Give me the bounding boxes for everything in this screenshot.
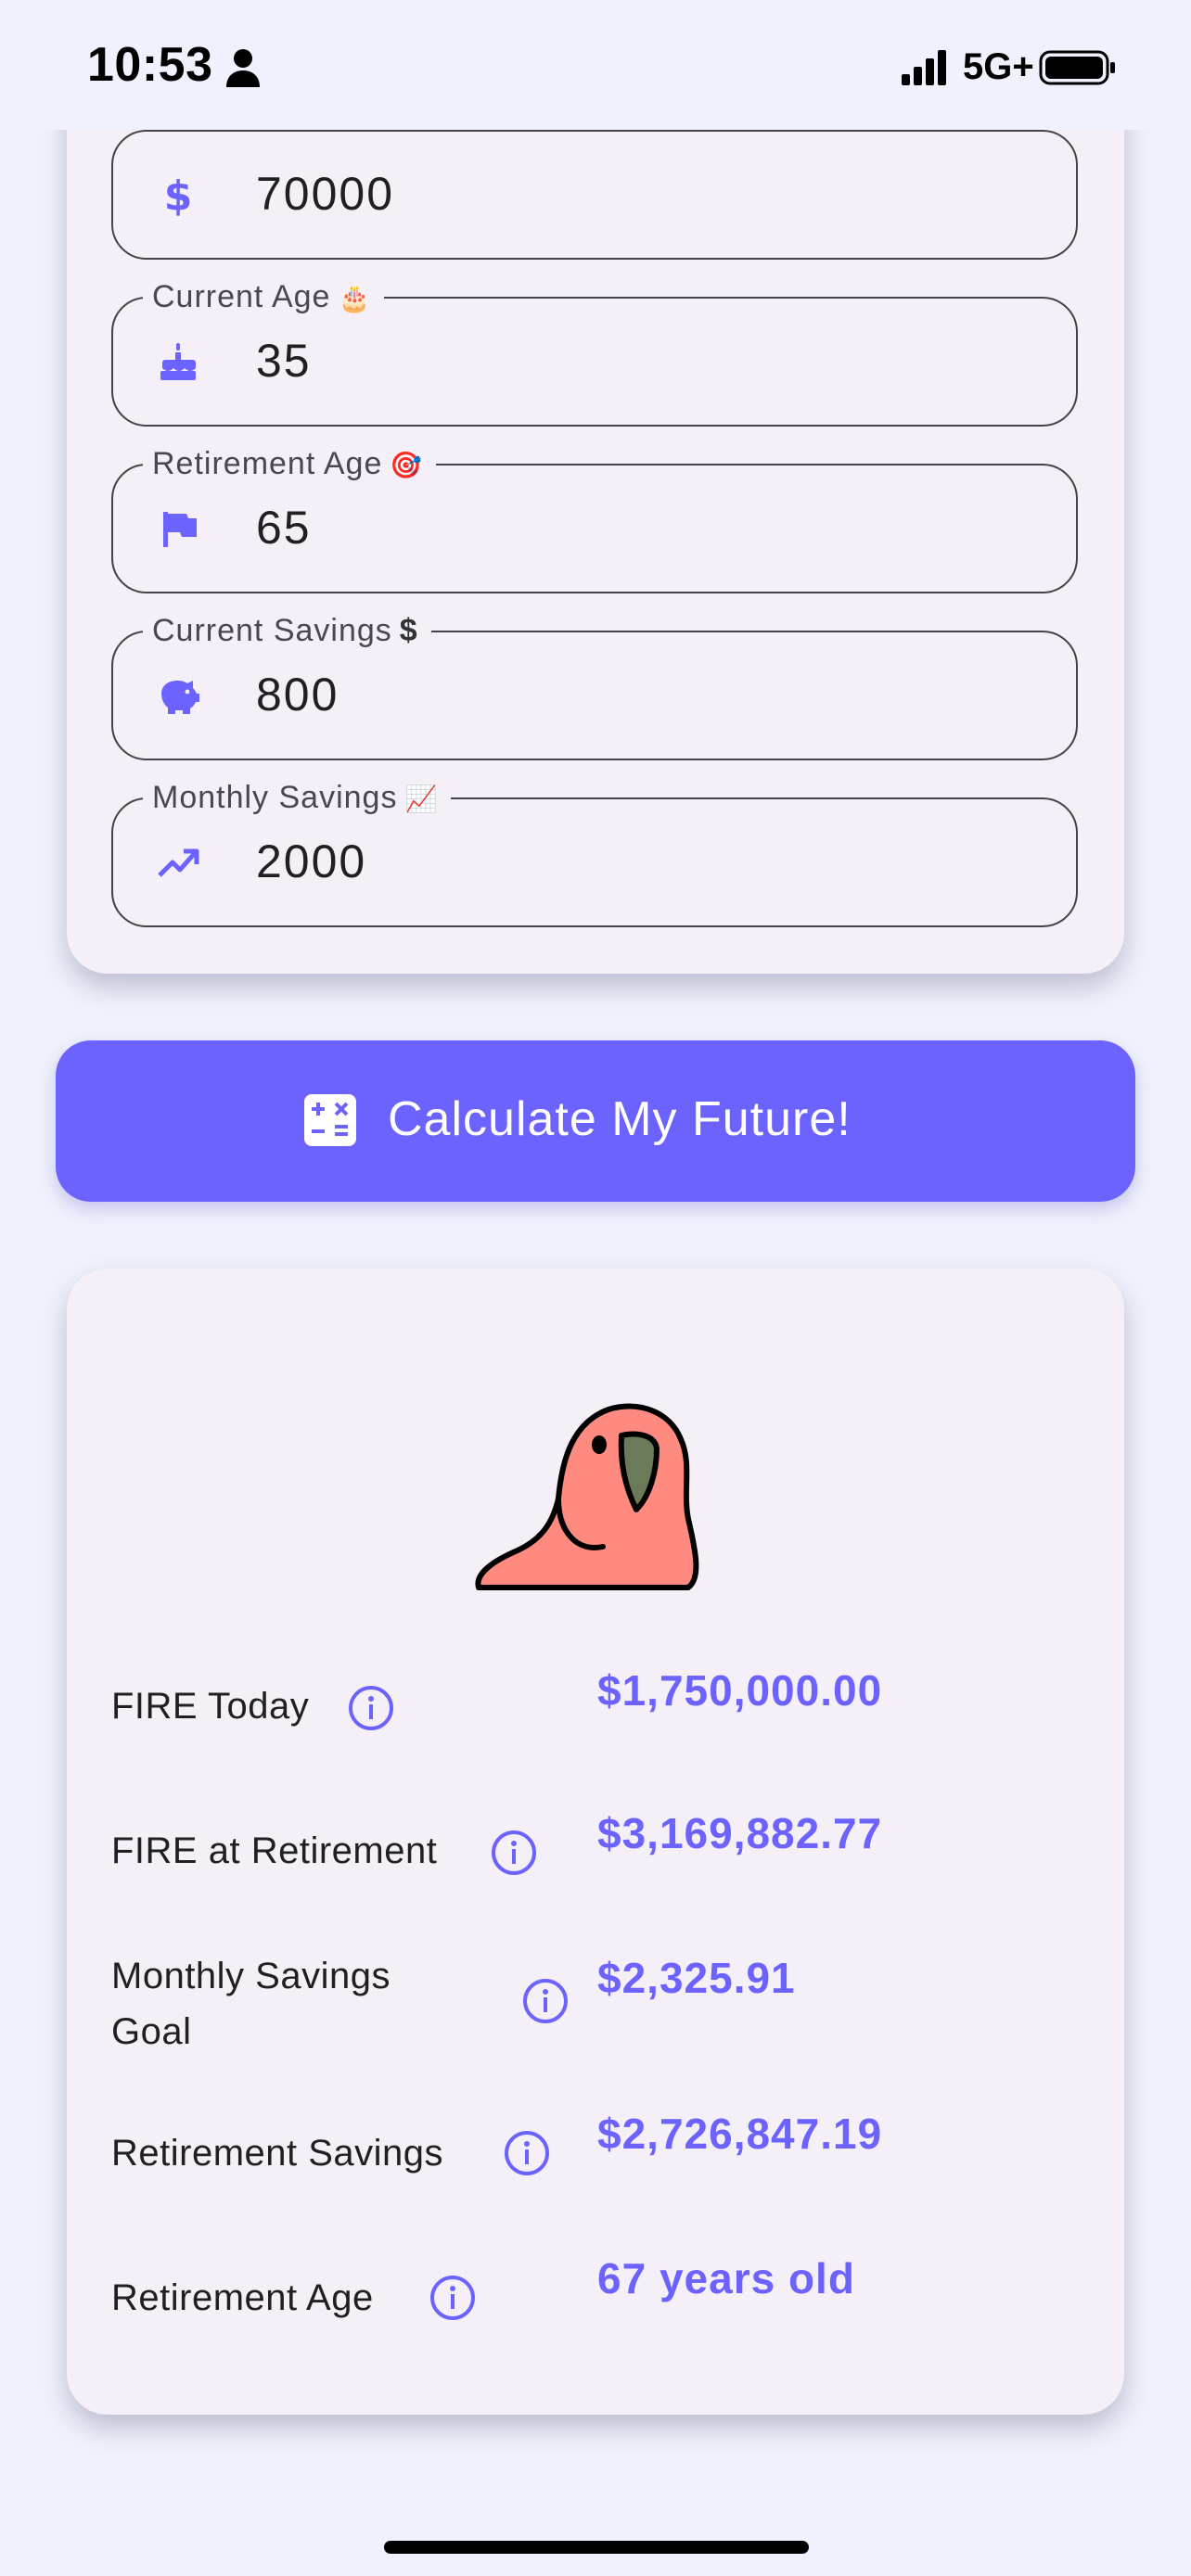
retirement-savings-label: Retirement Savings bbox=[111, 2133, 444, 2174]
info-icon[interactable] bbox=[347, 1684, 395, 1732]
info-icon[interactable] bbox=[490, 1829, 538, 1877]
party-parrot-icon bbox=[475, 1403, 699, 1590]
current-age-field[interactable]: Current Age 🎂 35 bbox=[111, 274, 1078, 427]
dollar-emoji: $ bbox=[399, 613, 418, 648]
monthly-savings-goal-value: $2,325.91 bbox=[597, 1954, 796, 2002]
annual-expense-value[interactable]: 70000 bbox=[256, 167, 394, 221]
chart-emoji: 📈 bbox=[404, 784, 439, 813]
network-type: 5G+ bbox=[963, 46, 1034, 87]
calculate-button[interactable]: Calculate My Future! bbox=[56, 1040, 1135, 1202]
clock-time: 10:53 bbox=[87, 38, 213, 92]
retirement-age-result-label: Retirement Age bbox=[111, 2277, 374, 2318]
fire-today-label: FIRE Today bbox=[111, 1686, 310, 1727]
cake-icon bbox=[160, 343, 196, 380]
calculator-icon bbox=[304, 1094, 356, 1146]
fire-at-retirement-label: FIRE at Retirement bbox=[111, 1830, 438, 1871]
retirement-savings-value: $2,726,847.19 bbox=[597, 2110, 883, 2158]
battery-icon bbox=[1039, 50, 1115, 85]
cellular-signal-icon bbox=[902, 50, 946, 85]
status-bar: 10:53 5G+ bbox=[0, 0, 1191, 130]
monthly-savings-field[interactable]: Monthly Savings 📈 2000 bbox=[111, 775, 1078, 927]
info-icon[interactable] bbox=[521, 1977, 570, 2025]
current-age-label: Current Age bbox=[152, 279, 331, 314]
annual-expense-field[interactable]: $ 70000 bbox=[111, 130, 1078, 260]
cake-emoji: 🎂 bbox=[338, 284, 372, 312]
retirement-age-label: Retirement Age bbox=[152, 446, 383, 481]
current-savings-field[interactable]: Current Savings $ 800 bbox=[111, 608, 1078, 760]
monthly-savings-label: Monthly Savings bbox=[152, 780, 398, 815]
monthly-savings-value[interactable]: 2000 bbox=[256, 835, 366, 888]
retirement-age-result-value: 67 years old bbox=[597, 2254, 855, 2302]
info-icon[interactable] bbox=[429, 2274, 477, 2322]
home-indicator[interactable] bbox=[384, 2541, 809, 2554]
trending-up-icon bbox=[158, 848, 199, 877]
current-age-value[interactable]: 35 bbox=[256, 334, 312, 388]
info-icon[interactable] bbox=[503, 2129, 551, 2177]
piggy-bank-icon bbox=[161, 681, 199, 714]
dollar-icon: $ bbox=[164, 172, 193, 217]
calculate-button-label: Calculate My Future! bbox=[388, 1092, 852, 1146]
retirement-age-value[interactable]: 65 bbox=[256, 501, 312, 555]
flag-icon bbox=[163, 512, 197, 547]
current-savings-value[interactable]: 800 bbox=[256, 668, 339, 721]
svg-text:$: $ bbox=[164, 172, 193, 217]
retirement-age-field[interactable]: Retirement Age 🎯 65 bbox=[111, 441, 1078, 593]
current-savings-label: Current Savings bbox=[152, 613, 392, 648]
fire-at-retirement-value: $3,169,882.77 bbox=[597, 1809, 883, 1857]
person-icon bbox=[226, 49, 260, 87]
monthly-savings-goal-label-line2: Goal bbox=[111, 2011, 192, 2052]
target-emoji: 🎯 bbox=[390, 451, 424, 479]
monthly-savings-goal-label: Monthly Savings bbox=[111, 1956, 391, 1996]
fire-today-value: $1,750,000.00 bbox=[597, 1666, 883, 1715]
